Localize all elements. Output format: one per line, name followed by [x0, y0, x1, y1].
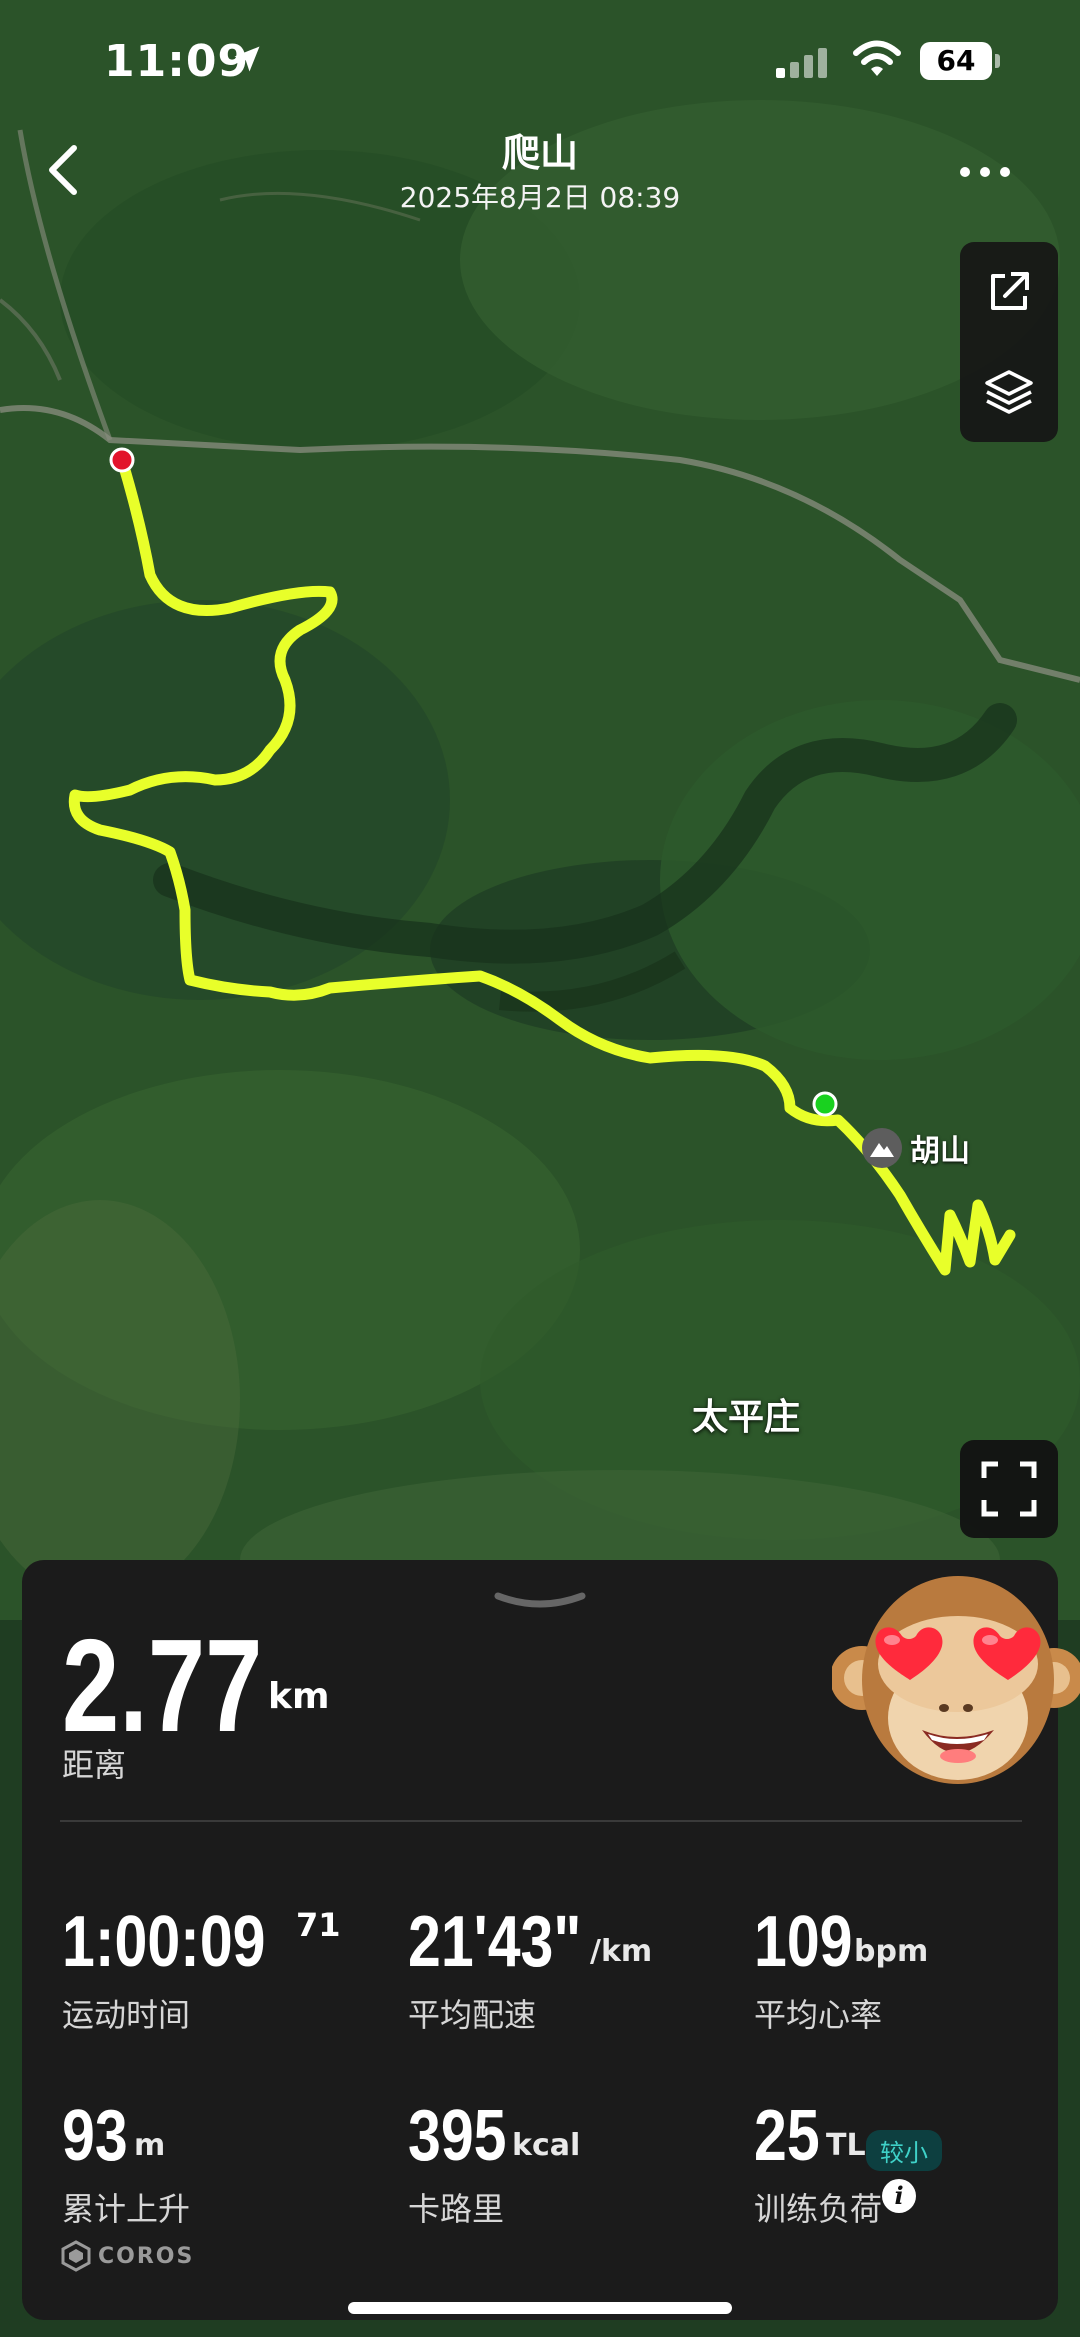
- start-marker: [812, 1091, 838, 1117]
- metric-duration: 1:00:09 71 运动时间: [62, 1902, 382, 2034]
- workout-detail-screen: 11:09 64 爬山 2025年8月2日 08:39 胡山 太平庄 2.77 …: [0, 0, 1080, 2337]
- metric-training-load: 25 TL 较小 训练负荷: [754, 2096, 1074, 2228]
- heart-rate-unit: bpm: [854, 1934, 929, 1969]
- share-icon: [991, 272, 1029, 310]
- metric-heart-rate: 109 bpm 平均心率: [754, 1902, 1074, 2034]
- cellular-signal-icon: [776, 48, 827, 78]
- training-load-unit: TL: [826, 2128, 866, 2163]
- brand-logo: COROS: [60, 2240, 194, 2272]
- ascent-label: 累计上升: [62, 2190, 191, 2228]
- map-toolbar: [960, 242, 1058, 442]
- distance-unit: km: [268, 1676, 330, 1717]
- activity-date: 2025年8月2日 08:39: [399, 181, 681, 214]
- nav-header: 爬山 2025年8月2日 08:39: [0, 110, 1080, 220]
- training-load-value: 25: [754, 2096, 820, 2176]
- poi-peak[interactable]: 胡山: [862, 1126, 970, 1170]
- duration-hundredths: 71: [296, 1906, 341, 1944]
- calories-label: 卡路里: [408, 2190, 505, 2228]
- battery-indicator: 64: [920, 42, 1000, 80]
- calories-value: 395: [408, 2096, 507, 2176]
- ascent-unit: m: [134, 2128, 166, 2163]
- training-load-label: 训练负荷: [754, 2190, 883, 2228]
- coros-logo-icon: [61, 2240, 91, 2272]
- metric-calories: 395 kcal 卡路里: [408, 2096, 728, 2228]
- monkey-heart-eyes-icon[interactable]: [832, 1568, 1080, 1818]
- end-marker: [109, 447, 135, 473]
- wifi-icon: [853, 40, 901, 76]
- ellipsis-icon[interactable]: [955, 160, 1015, 184]
- fullscreen-button[interactable]: [960, 1440, 1058, 1538]
- heart-rate-label: 平均心率: [754, 1996, 883, 2034]
- status-time: 11:09: [104, 36, 250, 87]
- brand-name: COROS: [98, 2243, 195, 2269]
- poi-label: 胡山: [910, 1134, 970, 1169]
- pace-label: 平均配速: [408, 1996, 537, 2034]
- divider: [60, 1820, 1022, 1822]
- duration-value: 1:00:09: [62, 1902, 266, 1982]
- page-title: 爬山: [501, 131, 578, 175]
- metric-ascent: 93 m 累计上升: [62, 2096, 382, 2228]
- distance-value: 2.77: [62, 1612, 263, 1759]
- place-label: 太平庄: [692, 1397, 801, 1438]
- satellite-map[interactable]: [0, 0, 1080, 1620]
- ascent-value: 93: [62, 2096, 128, 2176]
- duration-label: 运动时间: [62, 1996, 191, 2034]
- fullscreen-icon: [981, 1461, 1037, 1517]
- layers-icon: [985, 370, 1033, 414]
- distance-label: 距离: [62, 1746, 127, 1784]
- calories-unit: kcal: [512, 2128, 581, 2163]
- training-load-badge: 较小: [866, 2130, 942, 2171]
- share-button[interactable]: [960, 242, 1058, 342]
- pace-unit: /km: [590, 1934, 653, 1969]
- location-arrow-icon: [234, 46, 260, 72]
- mountain-icon: [862, 1128, 902, 1168]
- map-canvas: [0, 0, 1080, 1620]
- sheet-handle[interactable]: [492, 1588, 588, 1610]
- layers-button[interactable]: [960, 342, 1058, 442]
- info-icon[interactable]: i: [882, 2179, 916, 2213]
- pace-value: 21'43": [408, 1902, 582, 1982]
- home-indicator[interactable]: [348, 2302, 732, 2314]
- heart-rate-value: 109: [754, 1902, 853, 1982]
- metric-pace: 21'43" /km 平均配速: [408, 1902, 728, 2034]
